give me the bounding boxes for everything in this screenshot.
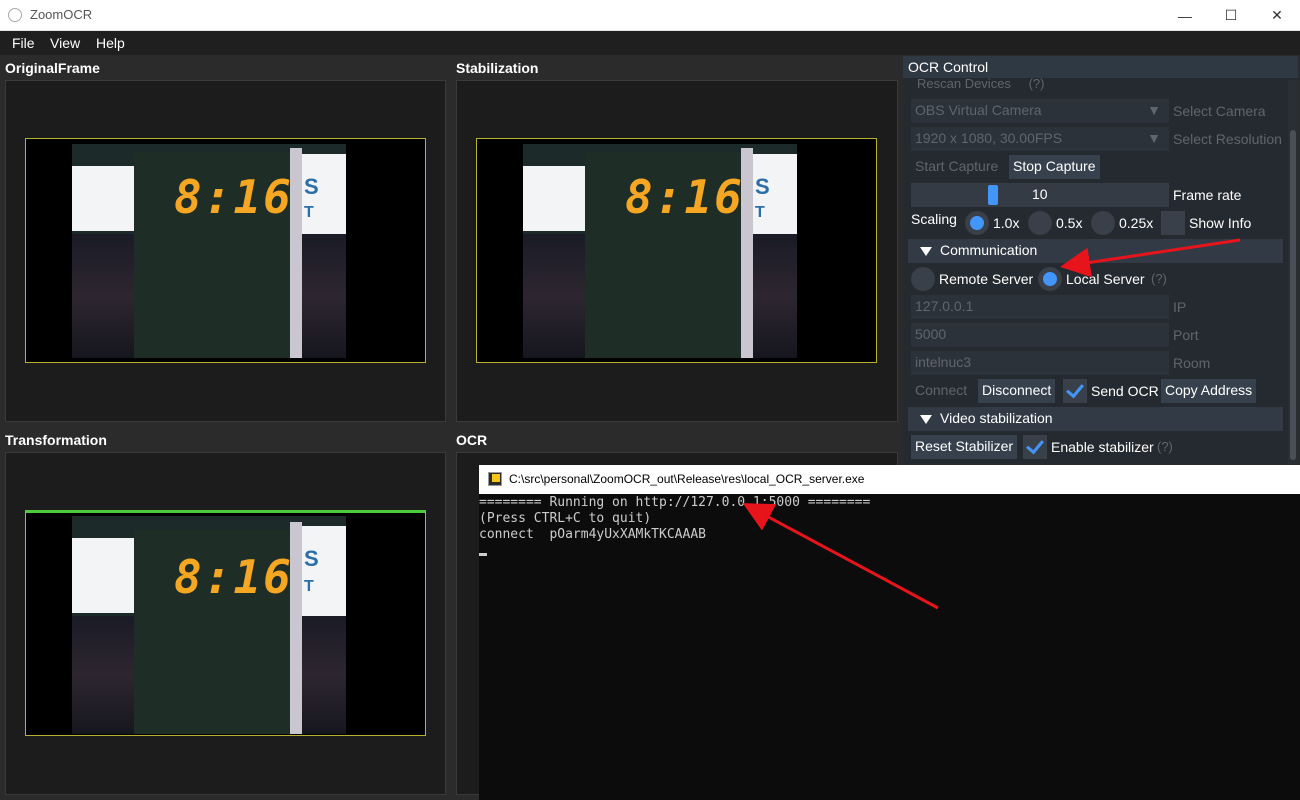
scoreboard-image: S T 8:16: [523, 144, 797, 358]
scale-05x-label: 0.5x: [1056, 215, 1083, 231]
console-title: C:\src\personal\ZoomOCR_out\Release\res\…: [509, 472, 865, 486]
send-ocr-label: Send OCR: [1091, 383, 1159, 399]
scale-1x-radio[interactable]: [965, 211, 989, 235]
console-cursor: [479, 553, 487, 556]
window-title: ZoomOCR: [30, 7, 93, 22]
app-icon: [8, 8, 22, 22]
reset-stabilizer-button[interactable]: Reset Stabilizer: [911, 435, 1018, 459]
camera-select[interactable]: OBS Virtual Camera ▼: [911, 99, 1169, 123]
collapse-triangle-icon: [920, 415, 932, 424]
scoreboard-image: S T 8:16: [72, 516, 346, 734]
console-title-bar: C:\src\personal\ZoomOCR_out\Release\res\…: [479, 465, 1300, 494]
console-line: (Press CTRL+C to quit): [479, 511, 652, 526]
panel-title-original: OriginalFrame: [5, 60, 100, 76]
remote-server-radio[interactable]: [911, 267, 935, 291]
scale-05x-radio[interactable]: [1028, 211, 1052, 235]
chevron-down-icon: ▼: [1147, 102, 1161, 118]
maximize-button[interactable]: ☐: [1208, 0, 1254, 31]
show-info-checkbox[interactable]: [1161, 211, 1185, 235]
enable-stabilizer-checkbox[interactable]: [1023, 435, 1047, 459]
select-camera-label: Select Camera: [1173, 103, 1266, 119]
ocr-control-scrollbar[interactable]: [1288, 80, 1298, 464]
start-capture-button[interactable]: Start Capture: [911, 155, 1002, 179]
room-label: Room: [1173, 355, 1211, 371]
clock-digits: 8:16: [625, 170, 744, 224]
video-stabilization-section-header[interactable]: Video stabilization: [908, 407, 1283, 431]
select-resolution-label: Select Resolution: [1173, 131, 1282, 147]
enable-stabilizer-label: Enable stabilizer: [1051, 439, 1154, 455]
window-title-bar: ZoomOCR — ☐ ✕: [0, 0, 1300, 31]
stop-capture-button[interactable]: Stop Capture: [1009, 155, 1100, 179]
clock-digits: 8:16: [174, 550, 293, 604]
scale-1x-label: 1.0x: [993, 215, 1020, 231]
panel-title-transformation: Transformation: [5, 432, 107, 448]
rescan-devices-button[interactable]: Rescan Devices (?): [917, 76, 1044, 91]
remote-server-label: Remote Server: [939, 271, 1034, 287]
copy-address-button[interactable]: Copy Address: [1161, 379, 1257, 403]
slider-handle[interactable]: [988, 185, 998, 205]
panel-title-ocr: OCR: [456, 432, 488, 448]
port-label: Port: [1173, 327, 1199, 343]
menu-file[interactable]: File: [12, 35, 35, 51]
console-line: connect pOarm4yUxXAMkTKCAAAB: [479, 527, 706, 542]
help-icon[interactable]: (?): [1151, 271, 1167, 286]
scale-025x-label: 0.25x: [1119, 215, 1154, 231]
send-ocr-checkbox[interactable]: [1063, 379, 1087, 403]
room-input[interactable]: intelnuc3: [911, 351, 1169, 375]
menu-view[interactable]: View: [50, 35, 80, 51]
panel-title-stabilization: Stabilization: [456, 60, 539, 76]
close-button[interactable]: ✕: [1254, 0, 1300, 31]
console-line: ======== Running on http://127.0.0.1:500…: [479, 495, 871, 510]
frame-rate-label: Frame rate: [1173, 187, 1242, 203]
scaling-label: Scaling: [911, 211, 957, 227]
local-server-radio[interactable]: [1038, 267, 1062, 291]
ocr-control-panel: OCR Control Rescan Devices (?) OBS Virtu…: [903, 56, 1298, 464]
menu-help[interactable]: Help: [96, 35, 125, 51]
help-icon[interactable]: (?): [1157, 439, 1173, 454]
console-output: ======== Running on http://127.0.0.1:500…: [479, 494, 1300, 800]
menu-bar: File View Help: [0, 31, 1300, 55]
scale-025x-radio[interactable]: [1091, 211, 1115, 235]
disconnect-button[interactable]: Disconnect: [978, 379, 1056, 403]
transformed-video-frame: S T 8:16: [25, 510, 426, 736]
show-info-label: Show Info: [1189, 215, 1252, 231]
console-window[interactable]: C:\src\personal\ZoomOCR_out\Release\res\…: [479, 465, 1300, 800]
frame-rate-slider[interactable]: 10: [911, 183, 1169, 207]
ocr-control-title: OCR Control: [903, 56, 1298, 78]
local-server-label: Local Server: [1066, 271, 1145, 287]
original-video-frame: S T 8:16: [25, 138, 426, 363]
scoreboard-image: S T 8:16: [72, 144, 346, 358]
chevron-down-icon: ▼: [1147, 130, 1161, 146]
minimize-button[interactable]: —: [1162, 0, 1208, 31]
connect-button[interactable]: Connect: [911, 379, 971, 403]
clock-digits: 8:16: [174, 170, 293, 224]
ip-input[interactable]: 127.0.0.1: [911, 295, 1169, 319]
ip-label: IP: [1173, 299, 1187, 315]
resolution-select[interactable]: 1920 x 1080, 30.00FPS ▼: [911, 127, 1169, 151]
port-input[interactable]: 5000: [911, 323, 1169, 347]
console-app-icon: [488, 472, 502, 486]
stabilized-video-frame: S T 8:16: [476, 138, 877, 363]
collapse-triangle-icon: [920, 247, 932, 256]
scrollbar-thumb[interactable]: [1290, 130, 1296, 460]
communication-section-header[interactable]: Communication: [908, 239, 1283, 263]
